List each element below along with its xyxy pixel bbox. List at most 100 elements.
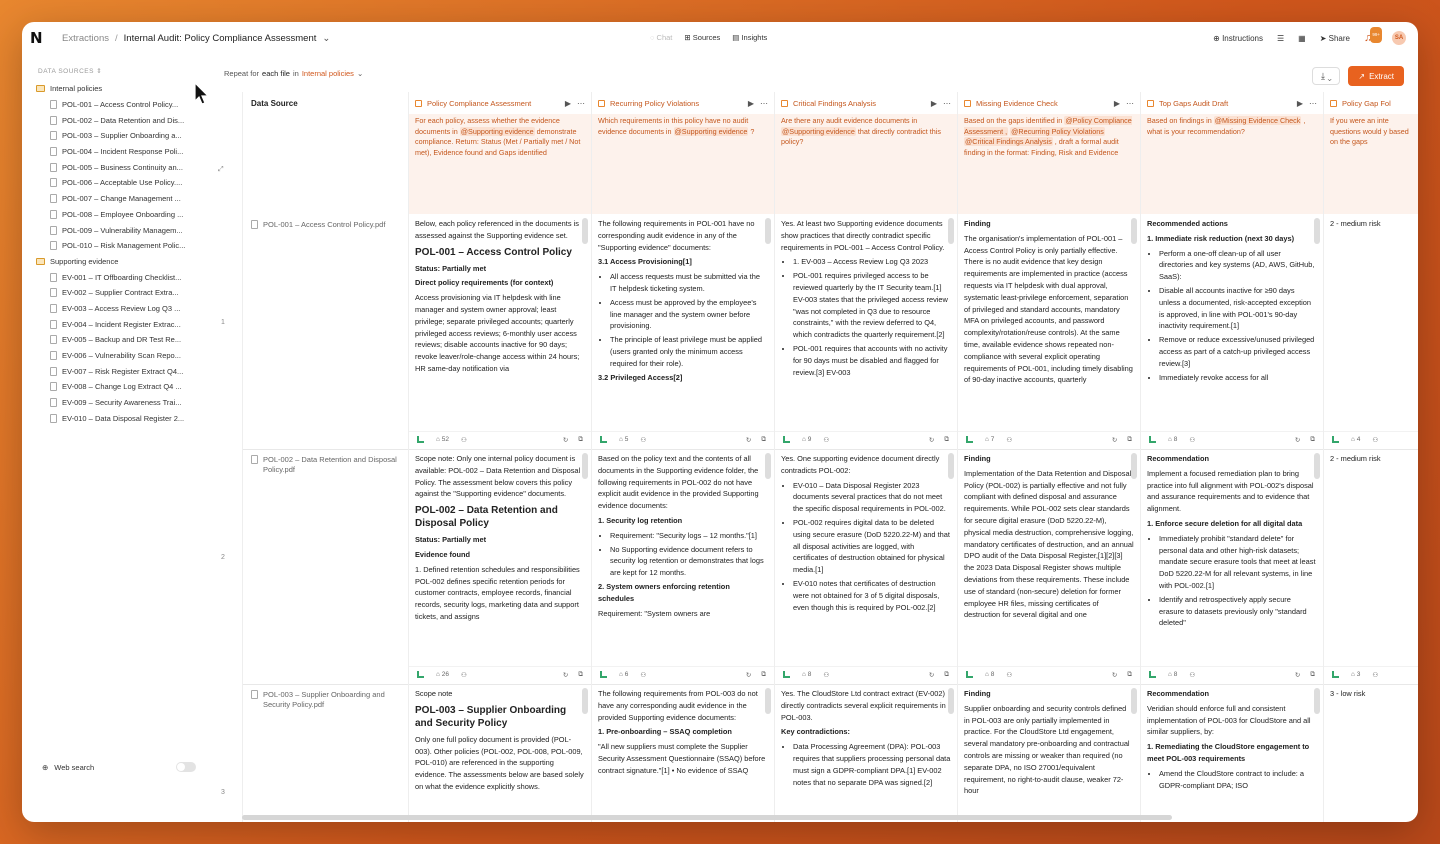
prompt-reference-tag[interactable]: @Supporting evidence [673,126,749,136]
column-header[interactable]: Top Gaps Audit Draft ▶ ⋯ [1141,92,1323,114]
run-icon[interactable]: ▶ [931,99,937,108]
result-cell[interactable]: 2 - medium risk [1324,214,1418,425]
sidebar-file[interactable]: EV-009 – Security Awareness Trai... [36,395,206,411]
user-icon[interactable]: ⚇ [461,436,467,444]
column-prompt[interactable]: For each policy, assess whether the evid… [409,114,591,214]
refresh-icon[interactable]: ↻ [1295,671,1300,679]
sidebar-file[interactable]: POL-009 – Vulnerability Managem... [36,222,206,238]
sidebar-file[interactable]: POL-004 – Incident Response Poli... [36,144,206,160]
grid-icon[interactable]: ▦ [1298,34,1306,43]
refresh-icon[interactable]: ↻ [929,671,934,679]
sidebar-file[interactable]: EV-003 – Access Review Log Q3 ... [36,301,206,317]
user-icon[interactable]: ⚇ [823,671,829,679]
result-cell[interactable]: Yes. At least two Supporting evidence do… [775,214,957,425]
tag-count[interactable]: ⌂ 26 [436,671,449,678]
column-header[interactable]: Missing Evidence Check ▶ ⋯ [958,92,1140,114]
result-cell[interactable]: Yes. The CloudStore Ltd contract extract… [775,684,957,822]
result-cell[interactable]: The following requirements from POL-003 … [592,684,774,822]
horizontal-scrollbar[interactable] [242,815,1172,820]
refresh-icon[interactable]: ↻ [1112,671,1117,679]
column-header[interactable]: Recurring Policy Violations ▶ ⋯ [592,92,774,114]
copy-icon[interactable]: ⧉ [578,436,583,444]
instructions-button[interactable]: ⊕ Instructions [1213,34,1263,43]
sidebar-file[interactable]: POL-002 – Data Retention and Dis... [36,112,206,128]
result-cell[interactable]: Scope note POL-003 – Supplier Onboarding … [409,684,591,822]
cell-scrollbar[interactable] [948,453,954,479]
sidebar-file[interactable]: EV-006 – Vulnerability Scan Repo... [36,348,206,364]
copy-icon[interactable]: ⧉ [944,436,949,444]
share-button[interactable]: ➤ Share [1320,34,1350,43]
result-cell[interactable]: Yes. One supporting evidence document di… [775,449,957,660]
copy-icon[interactable]: ⧉ [761,671,766,679]
cell-scrollbar[interactable] [765,453,771,479]
tag-count[interactable]: ⌂ 8 [985,671,994,678]
notifications-bell[interactable]: ♫ 99+ [1364,27,1382,45]
column-header[interactable]: Policy Compliance Assessment ▶ ⋯ [409,92,591,114]
user-icon[interactable]: ⚇ [640,671,646,679]
refresh-icon[interactable]: ↻ [746,436,751,444]
sidebar-file[interactable]: POL-007 – Change Management ... [36,191,206,207]
sidebar-file[interactable]: POL-006 – Acceptable Use Policy.... [36,175,206,191]
user-icon[interactable]: ⚇ [1189,436,1195,444]
sidebar-file[interactable]: EV-010 – Data Disposal Register 2... [36,410,206,426]
data-source-cell[interactable]: POL-001 – Access Control Policy.pdf [243,214,408,236]
column-header[interactable]: Critical Findings Analysis ▶ ⋯ [775,92,957,114]
sidebar-folder[interactable]: Supporting evidence [36,254,206,270]
more-icon[interactable]: ⋯ [760,99,768,108]
refresh-icon[interactable]: ↻ [563,436,568,444]
tag-count[interactable]: ⌂ 8 [1168,436,1177,443]
user-icon[interactable]: ⚇ [1006,436,1012,444]
result-cell[interactable]: Finding Implementation of the Data Retent… [958,449,1140,660]
prompt-reference-tag[interactable]: @Supporting evidence [781,126,856,136]
cell-scrollbar[interactable] [1314,453,1320,479]
tag-count[interactable]: ⌂ 7 [985,436,994,443]
breadcrumb-current[interactable]: Internal Audit: Policy Compliance Assess… [124,33,317,44]
column-prompt[interactable]: Which requirements in this policy have n… [592,114,774,214]
sidebar-file[interactable]: POL-003 – Supplier Onboarding a... [36,128,206,144]
column-prompt[interactable]: If you were an inte questions would y ba… [1324,114,1418,214]
column-prompt[interactable]: Based on findings in @Missing Evidence C… [1141,114,1323,214]
tag-count[interactable]: ⌂ 9 [802,436,811,443]
refresh-icon[interactable]: ↻ [746,671,751,679]
tag-count[interactable]: ⌂ 3 [1351,671,1360,678]
column-prompt[interactable]: Are there any audit evidence documents i… [775,114,957,214]
prompt-reference-tag[interactable]: @Supporting evidence [459,126,535,136]
copy-icon[interactable]: ⧉ [1127,671,1132,679]
sidebar-folder[interactable]: Internal policies [36,81,206,97]
user-icon[interactable]: ⚇ [1189,671,1195,679]
sidebar-file[interactable]: POL-005 – Business Continuity an... [36,159,206,175]
cell-scrollbar[interactable] [948,688,954,714]
sort-icon[interactable]: ⇕ [96,68,102,75]
extract-button[interactable]: ↗ Extract [1348,66,1404,86]
result-cell[interactable]: Recommendation Implement a focused remedi… [1141,449,1323,660]
cell-scrollbar[interactable] [765,688,771,714]
cell-scrollbar[interactable] [948,218,954,244]
cell-scrollbar[interactable] [1314,218,1320,244]
cell-scrollbar[interactable] [582,453,588,479]
tab-chat[interactable]: ◌ Chat [650,33,672,42]
refresh-icon[interactable]: ↻ [563,671,568,679]
expand-icon[interactable]: ⤢ [218,166,224,174]
more-icon[interactable]: ⋯ [1309,99,1317,108]
user-icon[interactable]: ⚇ [1372,671,1378,679]
repeat-target-select[interactable]: Internal policies [302,69,354,78]
copy-icon[interactable]: ⧉ [1310,671,1315,679]
sidebar-file[interactable]: POL-008 – Employee Onboarding ... [36,207,206,223]
result-cell[interactable]: The following requirements in POL-001 ha… [592,214,774,425]
tag-count[interactable]: ⌂ 6 [619,671,628,678]
cell-scrollbar[interactable] [582,218,588,244]
tag-count[interactable]: ⌂ 5 [619,436,628,443]
chevron-down-icon[interactable]: ⌄ [357,69,363,78]
column-header[interactable]: Policy Gap Fol [1324,92,1418,114]
prompt-reference-tag[interactable]: @Recurring Policy Violations [1010,126,1105,136]
copy-icon[interactable]: ⧉ [1127,436,1132,444]
more-icon[interactable]: ⋯ [943,99,951,108]
data-source-cell[interactable]: POL-002 – Data Retention and Disposal Po… [243,449,408,481]
sidebar-file[interactable]: EV-008 – Change Log Extract Q4 ... [36,379,206,395]
tag-count[interactable]: ⌂ 8 [1168,671,1177,678]
result-cell[interactable]: Finding Supplier onboarding and security … [958,684,1140,822]
cell-scrollbar[interactable] [1131,688,1137,714]
copy-icon[interactable]: ⧉ [578,671,583,679]
tag-count[interactable]: ⌂ 52 [436,436,449,443]
avatar[interactable]: SA [1392,31,1406,45]
